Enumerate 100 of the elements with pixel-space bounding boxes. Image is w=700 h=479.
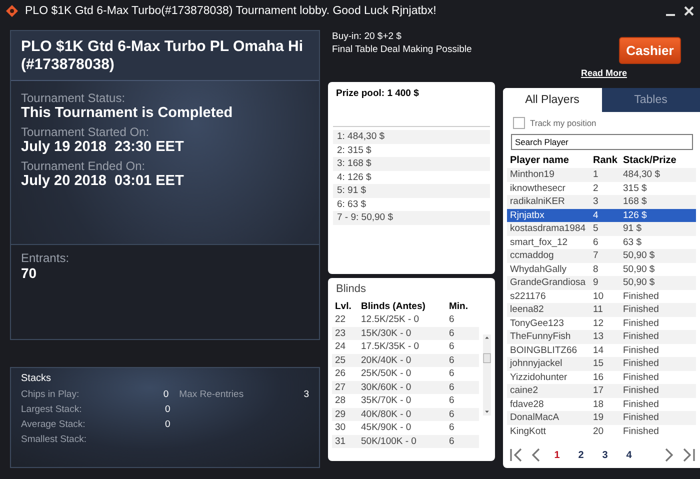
field-label: Tournament Started On: bbox=[21, 125, 150, 139]
field-value: 70 bbox=[21, 265, 38, 281]
last-page-icon[interactable] bbox=[682, 448, 696, 462]
stat-label: Average Stack: bbox=[21, 419, 86, 430]
prize-row: 1: 484,30 $ bbox=[333, 130, 490, 144]
page-link[interactable]: 2 bbox=[573, 450, 589, 460]
tournament-title: PLO $1K Gtd 6-Max Turbo PL Omaha Hi (#173878038) bbox=[11, 31, 319, 81]
player-row[interactable]: Yizzidohunter 16 Finished bbox=[507, 370, 696, 384]
player-row[interactable]: radikalniKER 3 168 $ bbox=[507, 195, 696, 208]
table-cell-text: 50K/100K - 0 bbox=[361, 436, 418, 447]
table-cell-text: 20K/40K - 0 bbox=[361, 354, 412, 366]
table-cell-text: 6 bbox=[449, 354, 456, 366]
table-cell-text: 30 bbox=[334, 422, 347, 434]
table-cell-text: 24 bbox=[334, 341, 347, 352]
window-title: PLO $1K Gtd 6-Max Turbo(#173878038) Tournament lobby. Good Luck Rjnjatbx! bbox=[25, 5, 436, 17]
previous-page-icon[interactable] bbox=[531, 448, 541, 462]
stat-label: Largest Stack: bbox=[21, 404, 83, 415]
prize-row-text: 2: 315 $ bbox=[336, 144, 372, 157]
prize-row: 3: 168 $ bbox=[333, 157, 490, 170]
table-cell-text: 29 bbox=[334, 408, 347, 420]
table-cell-text: 6 bbox=[449, 314, 456, 326]
player-row[interactable]: smart_fox_12 6 63 $ bbox=[507, 236, 696, 249]
player-row[interactable]: caine2 17 Finished bbox=[507, 384, 696, 398]
close-icon[interactable] bbox=[684, 6, 694, 16]
field-value: This Tournament is Completed bbox=[21, 105, 234, 121]
column-header: Rank bbox=[593, 155, 618, 166]
table-cell-text: 17.5K/35K - 0 bbox=[361, 341, 420, 352]
player-row[interactable]: GrandeGrandiosa 9 50,90 $ bbox=[507, 276, 696, 290]
prize-row: 7 - 9: 50,90 $ bbox=[333, 211, 490, 224]
tab[interactable]: Tables bbox=[602, 88, 700, 112]
player-row[interactable]: TheFunnyFish 13 Finished bbox=[507, 330, 696, 344]
table-cell-text: 15K/30K - 0 bbox=[361, 328, 412, 339]
table-cell-text: 26 bbox=[334, 368, 347, 380]
column-header: Min. bbox=[449, 300, 469, 312]
column-header: Lvl. bbox=[334, 300, 352, 312]
table-cell-text: 22 bbox=[334, 314, 347, 326]
player-row[interactable]: kostasdrama1984 5 91 $ bbox=[507, 222, 696, 236]
table-cell-text: 12.5K/25K - 0 bbox=[361, 314, 420, 326]
read-more-link[interactable]: Read More bbox=[580, 68, 627, 78]
table-cell-text: 25 bbox=[334, 354, 347, 366]
column-header: Player name bbox=[509, 155, 570, 166]
field-value: July 20 2018 03:01 EET bbox=[21, 173, 185, 189]
checkbox-label: Track my position bbox=[530, 118, 596, 128]
table-cell-text: 27 bbox=[334, 382, 347, 393]
table-cell-text: 6 bbox=[449, 436, 456, 447]
table-cell-text: 6 bbox=[449, 408, 456, 420]
field-label: Tournament Ended On: bbox=[21, 159, 146, 173]
player-row[interactable]: KingKott 20 Finished bbox=[507, 424, 696, 438]
stat-label: Max Re-entries bbox=[179, 389, 245, 400]
page-link[interactable]: 1 bbox=[549, 450, 565, 460]
table-cell-text: 6 bbox=[449, 341, 456, 352]
table-cell-text: 35K/70K - 0 bbox=[361, 395, 412, 406]
page-link[interactable]: 3 bbox=[597, 450, 613, 460]
table-cell-text: 31 bbox=[334, 436, 347, 447]
player-row[interactable]: johnnyjackel 15 Finished bbox=[507, 357, 696, 370]
player-row[interactable]: iknowthesecr 2 315 $ bbox=[507, 182, 696, 195]
table-cell-text: 6 bbox=[449, 368, 456, 380]
table-cell-text: 6 bbox=[449, 382, 456, 393]
field-label: Tournament Status: bbox=[21, 91, 126, 105]
stat-label: Chips in Play: bbox=[21, 389, 80, 400]
column-header: Blinds (Antes) bbox=[361, 300, 426, 312]
first-page-icon[interactable] bbox=[509, 448, 523, 462]
stacks-title: Stacks bbox=[21, 373, 52, 384]
checkbox[interactable] bbox=[513, 117, 525, 129]
field-value: July 19 2018 23:30 EET bbox=[21, 139, 185, 155]
page-link[interactable]: 4 bbox=[621, 450, 637, 460]
player-row[interactable]: DonalMacA 19 Finished bbox=[507, 411, 696, 424]
player-row[interactable]: fdave28 18 Finished bbox=[507, 398, 696, 411]
diamond-icon bbox=[6, 5, 18, 17]
player-row[interactable]: leena82 11 Finished bbox=[507, 303, 696, 316]
player-row[interactable]: Minthon19 1 484,30 $ bbox=[507, 168, 696, 182]
table-cell-text: 6 bbox=[449, 422, 456, 434]
player-row[interactable]: ccmaddog 7 50,90 $ bbox=[507, 249, 696, 262]
player-row[interactable]: WhydahGally 8 50,90 $ bbox=[507, 262, 696, 276]
table-cell-text: 30K/60K - 0 bbox=[361, 382, 412, 393]
player-row[interactable]: Rjnjatbx 4 126 $ bbox=[507, 208, 696, 222]
field-label: Entrants: bbox=[21, 251, 70, 265]
prize-row-text: 6: 63 $ bbox=[336, 198, 368, 211]
table-cell-text: 23 bbox=[334, 328, 347, 339]
player-row[interactable]: BOINGBLITZ66 14 Finished bbox=[507, 344, 696, 357]
stat-value: 0 bbox=[165, 419, 172, 430]
prize-row-text: 4: 126 $ bbox=[336, 170, 372, 184]
next-page-icon[interactable] bbox=[664, 448, 674, 462]
table-cell-text: 6 bbox=[449, 328, 456, 339]
stat-label: Smallest Stack: bbox=[21, 434, 88, 445]
player-row[interactable]: s221176 10 Finished bbox=[507, 290, 696, 303]
stat-value: 0 bbox=[163, 389, 170, 400]
buy-in-text: Final Table Deal Making Possible bbox=[332, 43, 473, 56]
table-cell-text: 40K/80K - 0 bbox=[361, 408, 412, 420]
stat-value: 3 bbox=[304, 389, 309, 400]
search-field[interactable]: Search Player bbox=[511, 134, 693, 150]
table-cell-text: 45K/90K - 0 bbox=[361, 422, 412, 434]
prize-pool-title: Prize pool: 1 400 $ bbox=[333, 88, 490, 127]
column-header: Stack/Prize bbox=[623, 155, 678, 166]
blinds-title: Blinds bbox=[335, 283, 367, 295]
cashier-button[interactable]: Cashier bbox=[619, 37, 681, 64]
table-cell-text: 6 bbox=[449, 395, 456, 406]
prize-row: 5: 91 $ bbox=[333, 184, 490, 198]
player-row[interactable]: TonyGee123 12 Finished bbox=[507, 316, 696, 330]
table-cell-text: 25K/50K - 0 bbox=[361, 368, 412, 380]
